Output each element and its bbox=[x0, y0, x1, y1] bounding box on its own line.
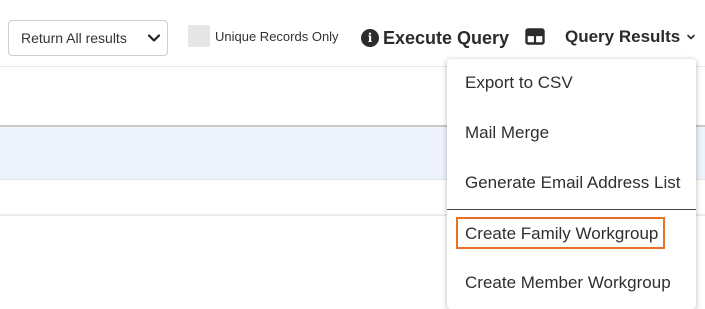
query-results-label: Query Results bbox=[565, 27, 681, 46]
unique-records-checkbox[interactable] bbox=[188, 25, 210, 47]
query-results-menu: Export to CSV Mail Merge Generate Email … bbox=[447, 59, 696, 309]
chevron-down-icon bbox=[686, 27, 696, 47]
menu-item-mail-merge[interactable]: Mail Merge bbox=[465, 123, 549, 143]
menu-item-create-member-workgroup[interactable]: Create Member Workgroup bbox=[465, 273, 671, 293]
execute-query-button[interactable]: i Execute Query bbox=[361, 25, 509, 51]
query-results-dropdown[interactable]: Query Results bbox=[565, 27, 696, 47]
menu-item-create-family-workgroup[interactable]: Create Family Workgroup bbox=[465, 224, 658, 244]
chevron-down-icon bbox=[147, 31, 161, 48]
menu-item-export-csv[interactable]: Export to CSV bbox=[465, 73, 573, 93]
table-grid-icon[interactable] bbox=[525, 28, 545, 50]
unique-records-label: Unique Records Only bbox=[215, 29, 339, 44]
menu-item-generate-email-list[interactable]: Generate Email Address List bbox=[465, 173, 680, 193]
result-mode-select[interactable]: Return All results bbox=[8, 20, 168, 56]
menu-divider bbox=[447, 209, 696, 210]
info-icon: i bbox=[361, 29, 379, 47]
result-mode-value: Return All results bbox=[21, 30, 127, 46]
execute-query-label: Execute Query bbox=[383, 27, 510, 48]
